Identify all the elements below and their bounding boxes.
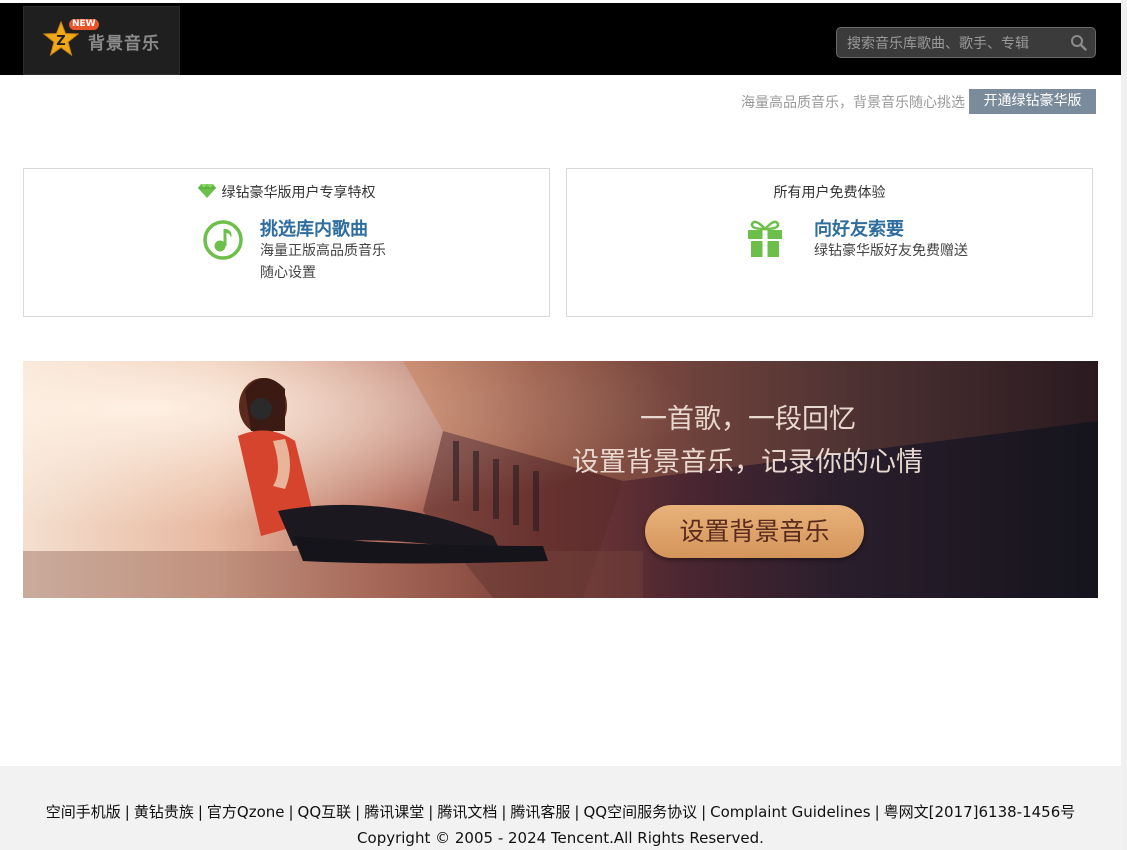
promo-text: 海量高品质音乐，背景音乐随心挑选 — [741, 95, 965, 111]
footer-link-official-qzone[interactable]: 官方Qzone — [207, 803, 285, 821]
open-green-diamond-button[interactable]: 开通绿钻豪华版 — [969, 89, 1096, 114]
page-scrollbar[interactable] — [1121, 0, 1127, 850]
footer-separator: | — [501, 803, 507, 821]
request-from-friends-link[interactable]: 向好友索要 — [814, 215, 904, 241]
card-vip-privilege: 绿钻豪华版用户专享特权 挑选库内歌曲 海量正版高品质音乐 随心设置 — [23, 168, 550, 317]
footer-link-tencent-classroom[interactable]: 腾讯课堂 — [364, 803, 424, 821]
search-input[interactable] — [845, 32, 1064, 56]
gift-icon — [748, 220, 782, 257]
feature-description: 海量正版高品质音乐 随心设置 — [260, 240, 386, 284]
logo-text: 背景音乐 — [88, 34, 160, 54]
app-logo[interactable]: Z NEW 背景音乐 — [23, 6, 180, 75]
footer-link-yellow-diamond[interactable]: 黄钻贵族 — [134, 803, 194, 821]
footer-link-customer-service[interactable]: 腾讯客服 — [510, 803, 570, 821]
feature-description: 绿钻豪华版好友免费赠送 — [814, 240, 968, 262]
background-music-banner[interactable]: 一首歌，一段回忆 设置背景音乐，记录你的心情 设置背景音乐 — [23, 361, 1098, 598]
footer-link-complaint-guidelines[interactable]: Complaint Guidelines — [710, 803, 870, 821]
music-search-box — [836, 27, 1096, 58]
card-heading-label: 绿钻豪华版用户专享特权 — [221, 185, 376, 201]
search-icon[interactable] — [1070, 34, 1087, 51]
card-free-experience: 所有用户免费体验 向好友索要 绿钻豪华版好友免费赠送 — [566, 168, 1093, 317]
footer-separator: | — [288, 803, 294, 821]
set-background-music-button[interactable]: 设置背景音乐 — [645, 505, 864, 558]
footer-separator: | — [428, 803, 434, 821]
card-heading: 所有用户免费体验 — [773, 185, 886, 201]
page-footer: 空间手机版 | 黄钻贵族 | 官方Qzone | QQ互联 | 腾讯课堂 | 腾讯文档 | 腾讯客服 | Q… — [0, 766, 1121, 850]
footer-separator: | — [124, 803, 130, 821]
feature-description-line: 绿钻豪华版好友免费赠送 — [814, 243, 968, 259]
top-navigation-bar: Z NEW 背景音乐 — [0, 3, 1121, 75]
footer-link-tencent-docs[interactable]: 腾讯文档 — [437, 803, 497, 821]
pick-library-songs-link[interactable]: 挑选库内歌曲 — [260, 215, 368, 241]
footer-separator: | — [197, 803, 203, 821]
footer-link-service-agreement[interactable]: QQ空间服务协议 — [583, 803, 697, 821]
banner-line-1: 一首歌，一段回忆 — [640, 404, 856, 435]
copyright-text: Copyright © 2005 - 2024 Tencent.All Righ… — [357, 829, 764, 847]
banner-line-2: 设置背景音乐，记录你的心情 — [572, 447, 923, 478]
music-note-icon — [203, 220, 243, 260]
banner-illustration — [23, 361, 1098, 598]
footer-separator: | — [355, 803, 361, 821]
footer-link-qq-connect[interactable]: QQ互联 — [298, 803, 352, 821]
diamond-icon — [197, 184, 216, 198]
feature-description-line: 随心设置 — [260, 265, 316, 281]
card-heading: 绿钻豪华版用户专享特权 — [24, 182, 549, 202]
footer-separator: | — [874, 803, 880, 821]
footer-separator: | — [701, 803, 707, 821]
svg-text:Z: Z — [56, 34, 65, 49]
footer-link-mobile[interactable]: 空间手机版 — [46, 803, 121, 821]
footer-separator: | — [574, 803, 580, 821]
footer-link-license[interactable]: 粤网文[2017]6138-1456号 — [884, 803, 1076, 821]
feature-description-line: 海量正版高品质音乐 — [260, 243, 386, 259]
footer-links: 空间手机版 | 黄钻贵族 | 官方Qzone | QQ互联 | 腾讯课堂 | 腾讯文档 | 腾讯客服 | Q… — [0, 801, 1121, 822]
